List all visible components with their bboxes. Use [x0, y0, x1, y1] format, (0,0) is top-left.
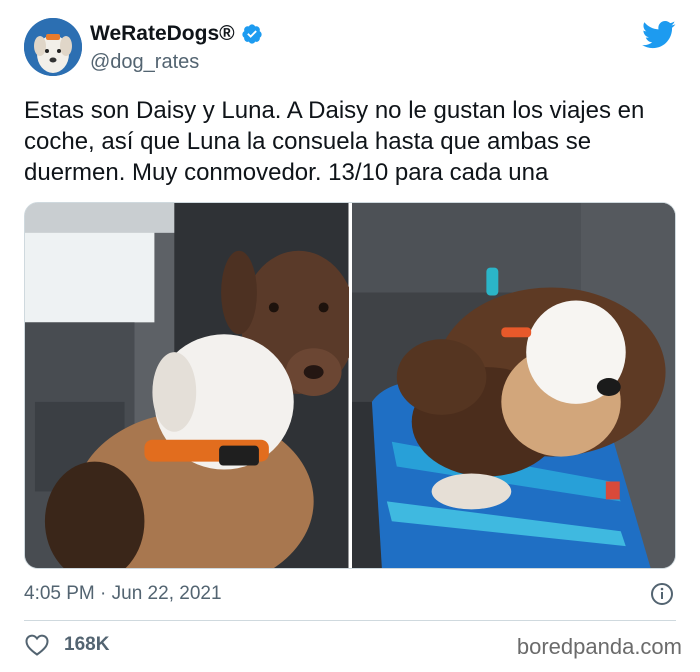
tweet-card: WeRateDogs® @dog_rates Estas son Daisy y… [0, 0, 700, 672]
tweet-text: Estas son Daisy y Luna. A Daisy no le gu… [24, 97, 645, 186]
like-count[interactable]: 168K [64, 634, 109, 656]
verified-badge-icon [242, 24, 262, 44]
display-name-text: WeRateDogs® [90, 22, 235, 45]
media-grid[interactable] [24, 202, 676, 569]
photo-right[interactable] [351, 203, 675, 568]
photo-left[interactable] [25, 203, 349, 568]
divider [24, 620, 676, 621]
dog-photo-icon [25, 203, 349, 568]
display-name[interactable]: WeRateDogs® [90, 22, 263, 46]
heart-icon[interactable] [25, 634, 49, 656]
dog-photo-icon [351, 203, 675, 568]
info-icon[interactable] [650, 582, 674, 606]
user-handle[interactable]: @dog_rates [90, 51, 199, 74]
dog-avatar-icon [24, 18, 82, 76]
twitter-bird-icon[interactable] [642, 20, 676, 50]
watermark: boredpanda.com [516, 634, 682, 659]
tweet-timestamp[interactable]: 4:05 PM · Jun 22, 2021 [24, 583, 222, 605]
avatar[interactable] [24, 18, 82, 76]
